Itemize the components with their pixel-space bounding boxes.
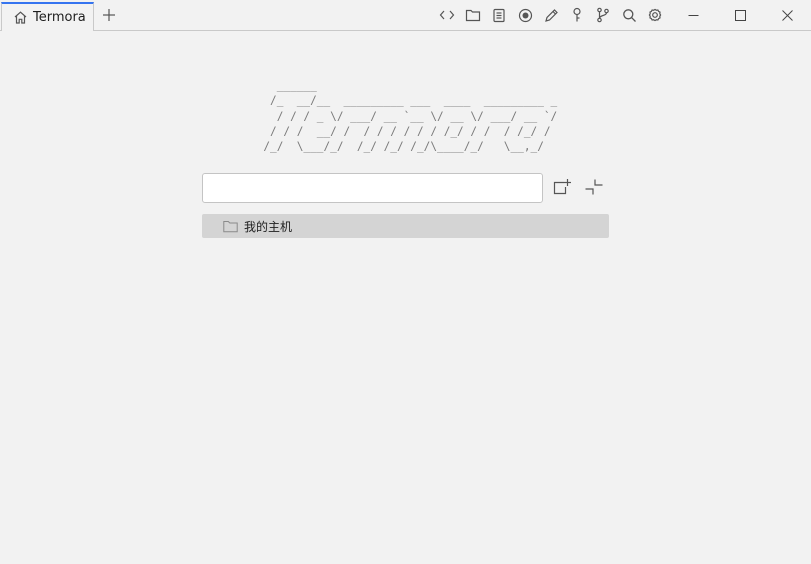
tab-termora[interactable]: Termora [1, 2, 94, 31]
host-tree: 我的主机 [202, 214, 609, 238]
title-bar: Termora [0, 0, 811, 31]
home-icon [13, 10, 28, 25]
record-icon[interactable] [515, 6, 535, 24]
new-tab-button[interactable] [100, 6, 118, 24]
folder-icon [223, 220, 238, 233]
notes-icon[interactable] [489, 6, 509, 24]
folder-icon[interactable] [463, 6, 483, 24]
add-host-button[interactable] [550, 176, 574, 198]
collapse-all-button[interactable] [582, 176, 606, 198]
tree-item-label: 我的主机 [244, 219, 293, 234]
pen-icon[interactable] [541, 6, 561, 24]
app-window: Termora ______ /_ __/__ _________ ___ __… [0, 0, 811, 564]
search-icon[interactable] [619, 6, 639, 24]
close-icon[interactable] [764, 0, 811, 30]
maximize-icon[interactable] [717, 0, 764, 30]
window-controls [670, 0, 811, 30]
minimize-icon[interactable] [670, 0, 717, 30]
gear-icon[interactable] [645, 6, 665, 24]
ascii-logo: ______ /_ __/__ _________ ___ ____ _____… [263, 79, 558, 154]
search-input[interactable] [202, 173, 543, 203]
key-icon[interactable] [567, 6, 587, 24]
git-branch-icon[interactable] [593, 6, 613, 24]
code-icon[interactable] [437, 6, 457, 24]
tree-item-my-hosts[interactable]: 我的主机 [202, 214, 609, 238]
tab-label: Termora [33, 10, 86, 25]
toolbar [437, 6, 671, 24]
